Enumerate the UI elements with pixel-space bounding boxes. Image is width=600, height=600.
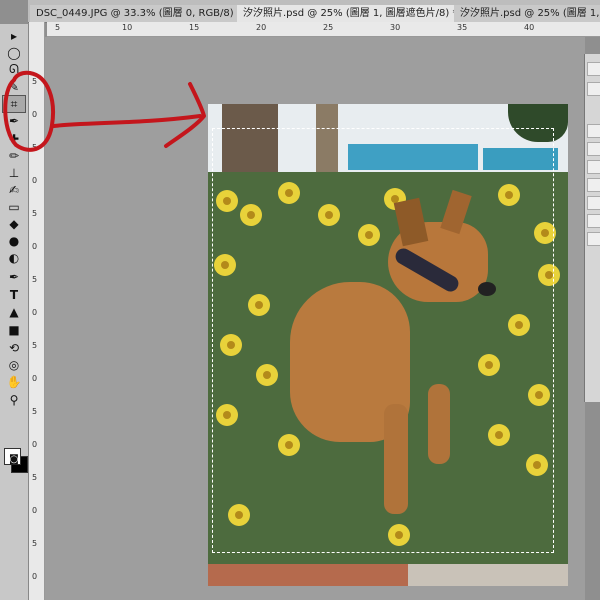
3d-rotate-icon[interactable]: ⟲: [3, 340, 25, 356]
ruler-tick-label: 25: [323, 23, 334, 32]
panel-button[interactable]: [587, 178, 600, 192]
ruler-tick-label: 5: [32, 473, 38, 482]
panel-button[interactable]: [587, 160, 600, 174]
ruler-tick-label: 0: [32, 110, 38, 119]
brush-icon[interactable]: ✏: [3, 148, 25, 164]
ruler-tick-label: 10: [122, 23, 133, 32]
pavement: [408, 564, 568, 586]
ruler-tick-label: 0: [32, 572, 38, 581]
tab-xixi-photo-2[interactable]: 汐汐照片.psd @ 25% (圖層 1, 圖層遮色片/8) *: [454, 5, 600, 22]
ruler-tick-label: 0: [32, 506, 38, 515]
shape-icon[interactable]: ■: [3, 322, 25, 338]
panel-button[interactable]: [587, 232, 600, 246]
ruler-tick-label: 0: [32, 374, 38, 383]
ruler-tick-label: 0: [32, 176, 38, 185]
tab-dsc-0449[interactable]: DSC_0449.JPG @ 33.3% (圖層 0, RGB/8) *×: [30, 5, 242, 22]
crop-selection-marquee[interactable]: [212, 128, 554, 553]
history-brush-icon[interactable]: ✍: [3, 182, 25, 198]
path-select-icon[interactable]: ▲: [3, 304, 25, 320]
document-tab-bar: DSC_0449.JPG @ 33.3% (圖層 0, RGB/8) *× 汐汐…: [28, 0, 600, 23]
ruler-tick-label: 5: [32, 407, 38, 416]
panel-button[interactable]: [587, 196, 600, 210]
healing-brush-icon[interactable]: ✚: [3, 131, 25, 147]
hand-icon[interactable]: ✋: [3, 374, 25, 390]
panel-button[interactable]: [587, 214, 600, 228]
tab-xixi-photo-active[interactable]: 汐汐照片.psd @ 25% (圖層 1, 圖層遮色片/8) *×: [237, 5, 459, 22]
ruler-tick-label: 5: [32, 539, 38, 548]
panel-button[interactable]: [587, 82, 600, 96]
ruler-tick-label: 35: [457, 23, 468, 32]
vertical-ruler: 5 0 5 0 5 0 5 0 5 0 5 0 5 0 5 0: [29, 22, 45, 600]
ruler-tick-label: 20: [256, 23, 267, 32]
crop-icon[interactable]: ⌗: [2, 95, 26, 113]
lasso-icon[interactable]: ᘏ: [3, 61, 25, 77]
eraser-icon[interactable]: ▭: [3, 199, 25, 215]
3d-orbit-icon[interactable]: ◎: [3, 357, 25, 373]
ruler-tick-label: 15: [189, 23, 200, 32]
panel-button[interactable]: [587, 142, 600, 156]
ruler-tick-label: 30: [390, 23, 401, 32]
ruler-tick-label: 5: [32, 77, 38, 86]
dodge-icon[interactable]: ◐: [3, 250, 25, 266]
zoom-icon[interactable]: ⚲: [3, 392, 25, 408]
paint-bucket-icon[interactable]: ◆: [3, 216, 25, 232]
tab-label: 汐汐照片.psd @ 25% (圖層 1, 圖層遮色片/8) *: [460, 8, 600, 19]
blur-icon[interactable]: ●: [3, 233, 25, 249]
panel-button[interactable]: [587, 62, 600, 76]
quick-select-icon[interactable]: ✎: [3, 79, 25, 95]
marquee-icon[interactable]: ◯: [3, 45, 25, 61]
ruler-tick-label: 5: [32, 143, 38, 152]
eyedropper-icon[interactable]: ✒: [3, 113, 25, 129]
type-icon[interactable]: T: [3, 287, 25, 303]
ruler-tick-label: 0: [32, 242, 38, 251]
ruler-tick-label: 5: [55, 23, 61, 32]
ruler-tick-label: 0: [32, 440, 38, 449]
clone-stamp-icon[interactable]: ⊥: [3, 165, 25, 181]
tab-label: DSC_0449.JPG @ 33.3% (圖層 0, RGB/8) *: [36, 8, 242, 19]
ruler-tick-label: 5: [32, 341, 38, 350]
ruler-tick-label: 5: [32, 275, 38, 284]
panel-button[interactable]: [587, 124, 600, 138]
side-panel: [584, 54, 600, 402]
horizontal-ruler: 5 10 15 20 25 30 35 40: [47, 22, 600, 37]
pen-icon[interactable]: ✒: [3, 269, 25, 285]
quick-mask-icon[interactable]: ◙: [3, 452, 25, 468]
ruler-tick-label: 5: [32, 209, 38, 218]
ruler-tick-label: 0: [32, 308, 38, 317]
tab-label: 汐汐照片.psd @ 25% (圖層 1, 圖層遮色片/8) *: [243, 8, 458, 19]
move-icon[interactable]: ▸: [3, 28, 25, 44]
ruler-tick-label: 40: [524, 23, 535, 32]
tools-panel: ▸ ◯ ᘏ ✎ ⌗ ✒ ✚ ✏ ⊥ ✍ ▭ ◆ ● ◐ ✒ T ▲ ■ ⟲ ◎ …: [0, 24, 29, 600]
